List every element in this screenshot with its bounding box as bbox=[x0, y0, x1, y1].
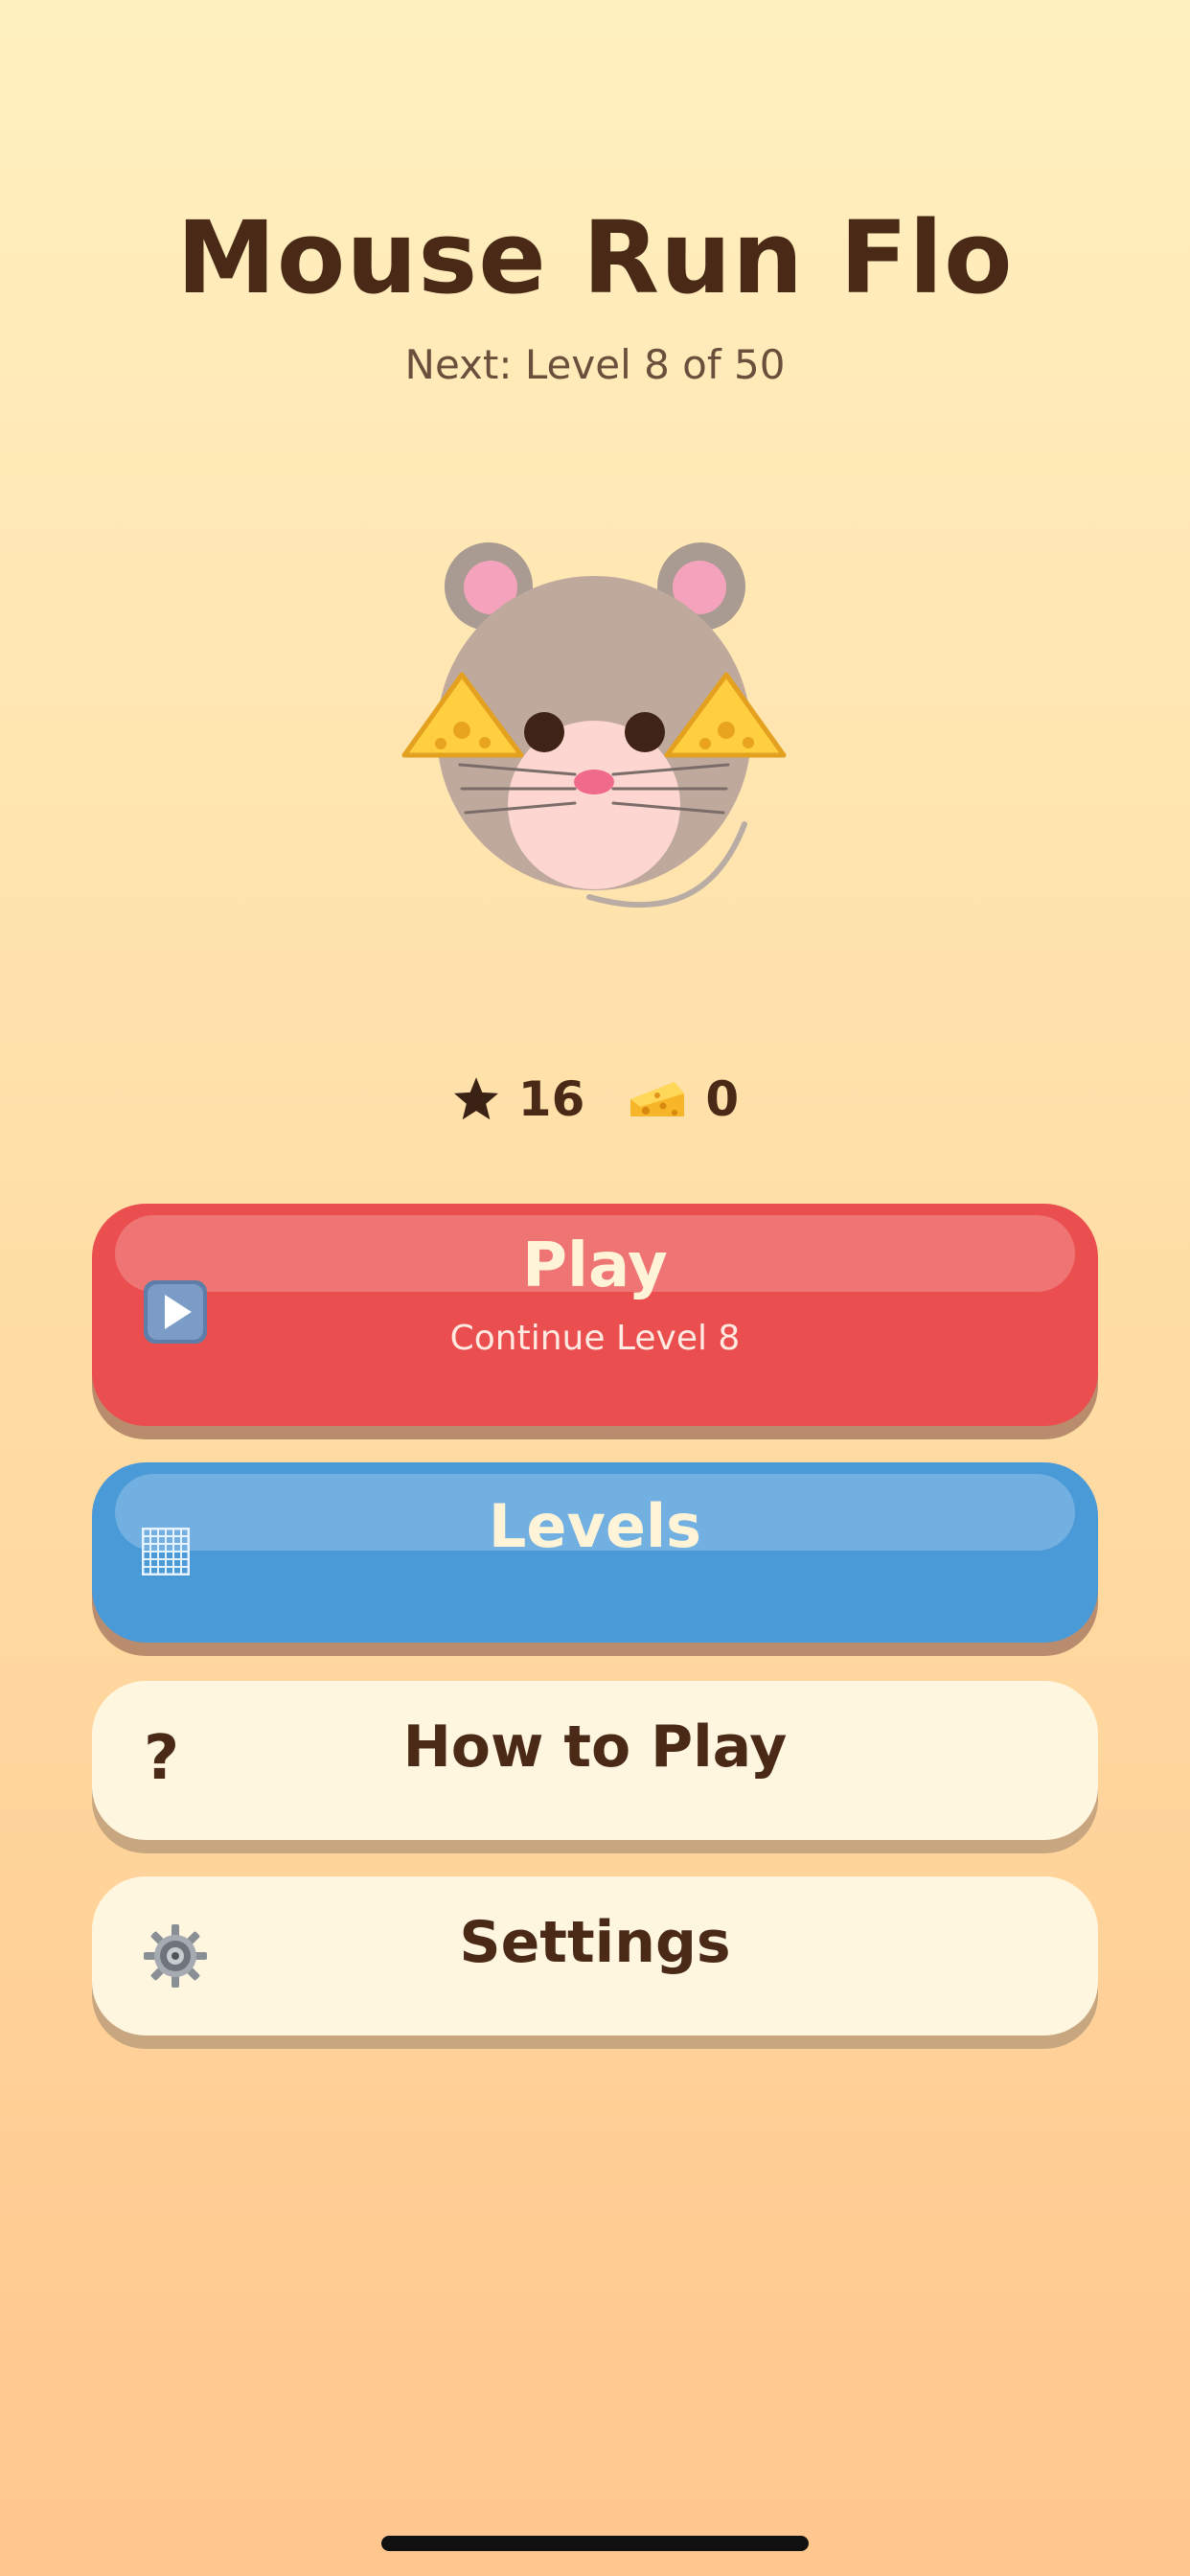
how-to-play-label: How to Play bbox=[402, 1714, 788, 1781]
cheese-count: 0 bbox=[705, 1071, 740, 1127]
app-title: Mouse Run Flo bbox=[176, 199, 1014, 316]
cheese-counter: 0 bbox=[625, 1071, 739, 1127]
play-button[interactable]: Play Continue Level 8 bbox=[92, 1204, 1098, 1426]
mouse-with-cheese-icon bbox=[401, 542, 787, 908]
settings-label: Settings bbox=[459, 1909, 731, 1976]
mouse-eye-left bbox=[524, 712, 564, 752]
stars-counter: 16 bbox=[451, 1071, 585, 1127]
star-icon bbox=[453, 1077, 498, 1120]
mouse-nose bbox=[574, 770, 614, 794]
play-button-sublabel: Continue Level 8 bbox=[449, 1319, 741, 1358]
mouse-eye-right bbox=[625, 712, 665, 752]
how-to-play-button[interactable]: ? How to Play bbox=[92, 1681, 1098, 1840]
next-level-text: Next: Level 8 of 50 bbox=[404, 341, 786, 388]
levels-button-label: Levels bbox=[488, 1491, 702, 1561]
levels-button[interactable]: Levels bbox=[92, 1462, 1098, 1643]
stars-count: 16 bbox=[517, 1071, 585, 1127]
settings-button[interactable]: Settings bbox=[92, 1876, 1098, 2036]
home-indicator[interactable] bbox=[381, 2536, 809, 2551]
cheese-icon bbox=[630, 1082, 685, 1116]
play-button-label: Play bbox=[522, 1230, 668, 1301]
stats-row: 16 0 bbox=[0, 1071, 1190, 1127]
